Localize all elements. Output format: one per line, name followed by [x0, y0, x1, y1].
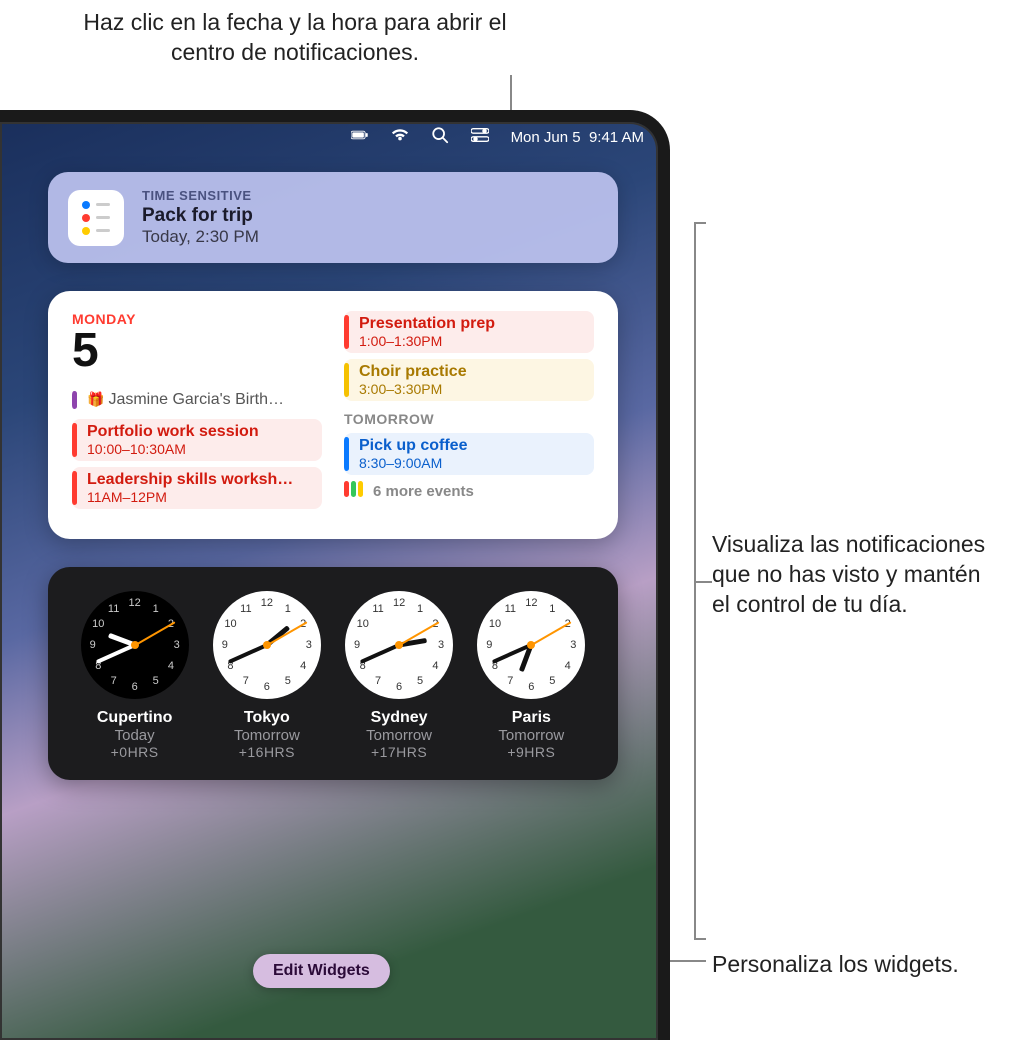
notification-subtitle: Today, 2:30 PM [142, 227, 259, 247]
tomorrow-header: TOMORROW [344, 411, 594, 427]
calendar-event[interactable]: Portfolio work session10:00–10:30AM [72, 419, 322, 461]
calendar-widget[interactable]: MONDAY 5 🎁Jasmine Garcia's Birth… Portfol… [48, 291, 618, 539]
edit-widgets-button[interactable]: Edit Widgets [253, 954, 390, 988]
device-frame: Mon Jun 5 9:41 AM TIME SENSITIVE Pack fo… [0, 110, 670, 1040]
world-clock-widget[interactable]: 123456789101112 Cupertino Today +0HRS 12… [48, 567, 618, 780]
search-icon[interactable] [431, 126, 449, 148]
more-events-label: 6 more events [373, 483, 474, 500]
clock-offset: +16HRS [204, 744, 329, 760]
calendar-event[interactable]: Presentation prep1:00–1:30PM [344, 311, 594, 353]
clock-paris: 123456789101112 Paris Tomorrow +9HRS [469, 591, 594, 760]
battery-icon [351, 126, 369, 148]
clock-face: 123456789101112 [213, 591, 321, 699]
callout-widgets: Personaliza los widgets. [712, 950, 972, 980]
notification-title: Pack for trip [142, 205, 259, 227]
calendar-event[interactable]: Leadership skills worksh…11AM–12PM [72, 467, 322, 509]
notification-tag: TIME SENSITIVE [142, 188, 259, 203]
menubar-time: 9:41 AM [589, 129, 644, 146]
reminders-app-icon [68, 190, 124, 246]
clock-offset: +17HRS [336, 744, 461, 760]
clock-face: 123456789101112 [81, 591, 189, 699]
clock-offset: +0HRS [72, 744, 197, 760]
clock-city: Paris [469, 709, 594, 727]
calendar-event[interactable]: Pick up coffee8:30–9:00AM [344, 433, 594, 475]
wifi-icon [391, 126, 409, 148]
calendar-event[interactable]: 🎁Jasmine Garcia's Birth… [72, 387, 322, 413]
clock-face: 123456789101112 [477, 591, 585, 699]
bracket [694, 222, 696, 940]
clock-city: Sydney [336, 709, 461, 727]
callout-notifications: Visualiza las notificaciones que no has … [712, 530, 992, 620]
clock-cupertino: 123456789101112 Cupertino Today +0HRS [72, 591, 197, 760]
callout-datetime: Haz clic en la fecha y la hora para abri… [80, 8, 510, 68]
calendar-daynum: 5 [72, 327, 322, 375]
clock-relative-day: Tomorrow [336, 727, 461, 744]
calendar-event[interactable]: Choir practice3:00–3:30PM [344, 359, 594, 401]
clock-sydney: 123456789101112 Sydney Tomorrow +17HRS [336, 591, 461, 760]
reminder-notification[interactable]: TIME SENSITIVE Pack for trip Today, 2:30… [48, 172, 618, 263]
clock-relative-day: Tomorrow [204, 727, 329, 744]
more-events[interactable]: 6 more events [344, 481, 594, 501]
clock-face: 123456789101112 [345, 591, 453, 699]
clock-tokyo: 123456789101112 Tokyo Tomorrow +16HRS [204, 591, 329, 760]
clock-relative-day: Tomorrow [469, 727, 594, 744]
control-center-icon[interactable] [471, 126, 489, 148]
menubar-date: Mon Jun 5 [511, 129, 581, 146]
notification-center: TIME SENSITIVE Pack for trip Today, 2:30… [48, 172, 618, 780]
menubar-datetime[interactable]: Mon Jun 5 9:41 AM [511, 129, 644, 146]
gift-icon: 🎁 [87, 391, 104, 407]
clock-city: Cupertino [72, 709, 197, 727]
clock-relative-day: Today [72, 727, 197, 744]
menubar: Mon Jun 5 9:41 AM [0, 122, 658, 152]
clock-city: Tokyo [204, 709, 329, 727]
clock-offset: +9HRS [469, 744, 594, 760]
calendar-dayname: MONDAY [72, 311, 322, 327]
